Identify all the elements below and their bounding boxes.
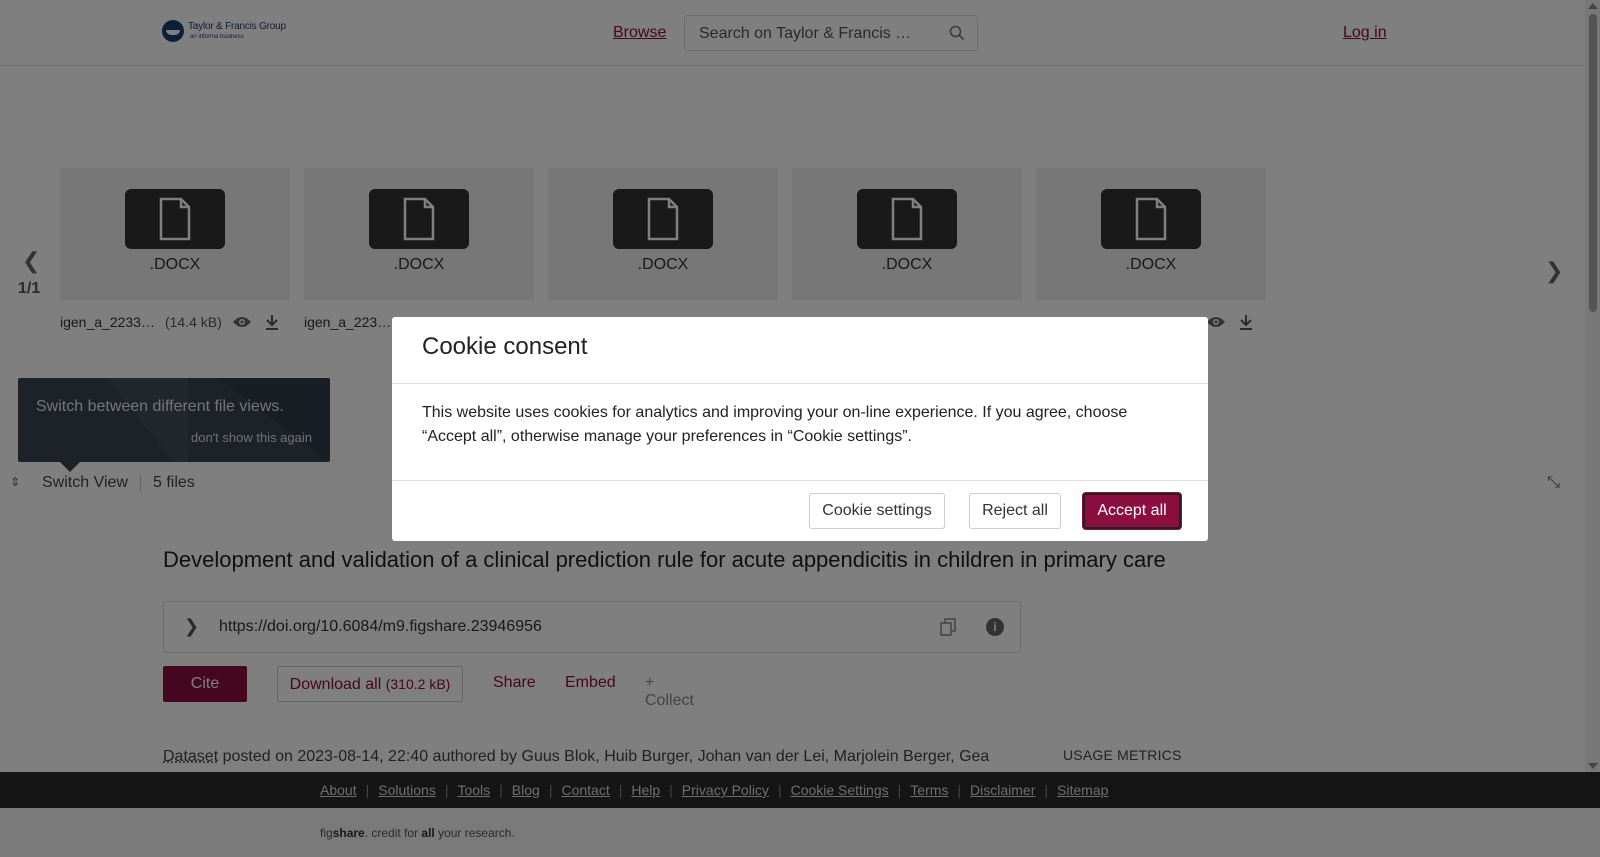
reject-all-button[interactable]: Reject all [969, 493, 1061, 529]
accept-all-button[interactable]: Accept all [1083, 493, 1181, 529]
modal-body: This website uses cookies for analytics … [422, 404, 1128, 445]
cookie-settings-button[interactable]: Cookie settings [809, 493, 945, 529]
cookie-consent-dialog: Cookie consent This website uses cookies… [392, 317, 1208, 541]
modal-title: Cookie consent [422, 333, 588, 360]
